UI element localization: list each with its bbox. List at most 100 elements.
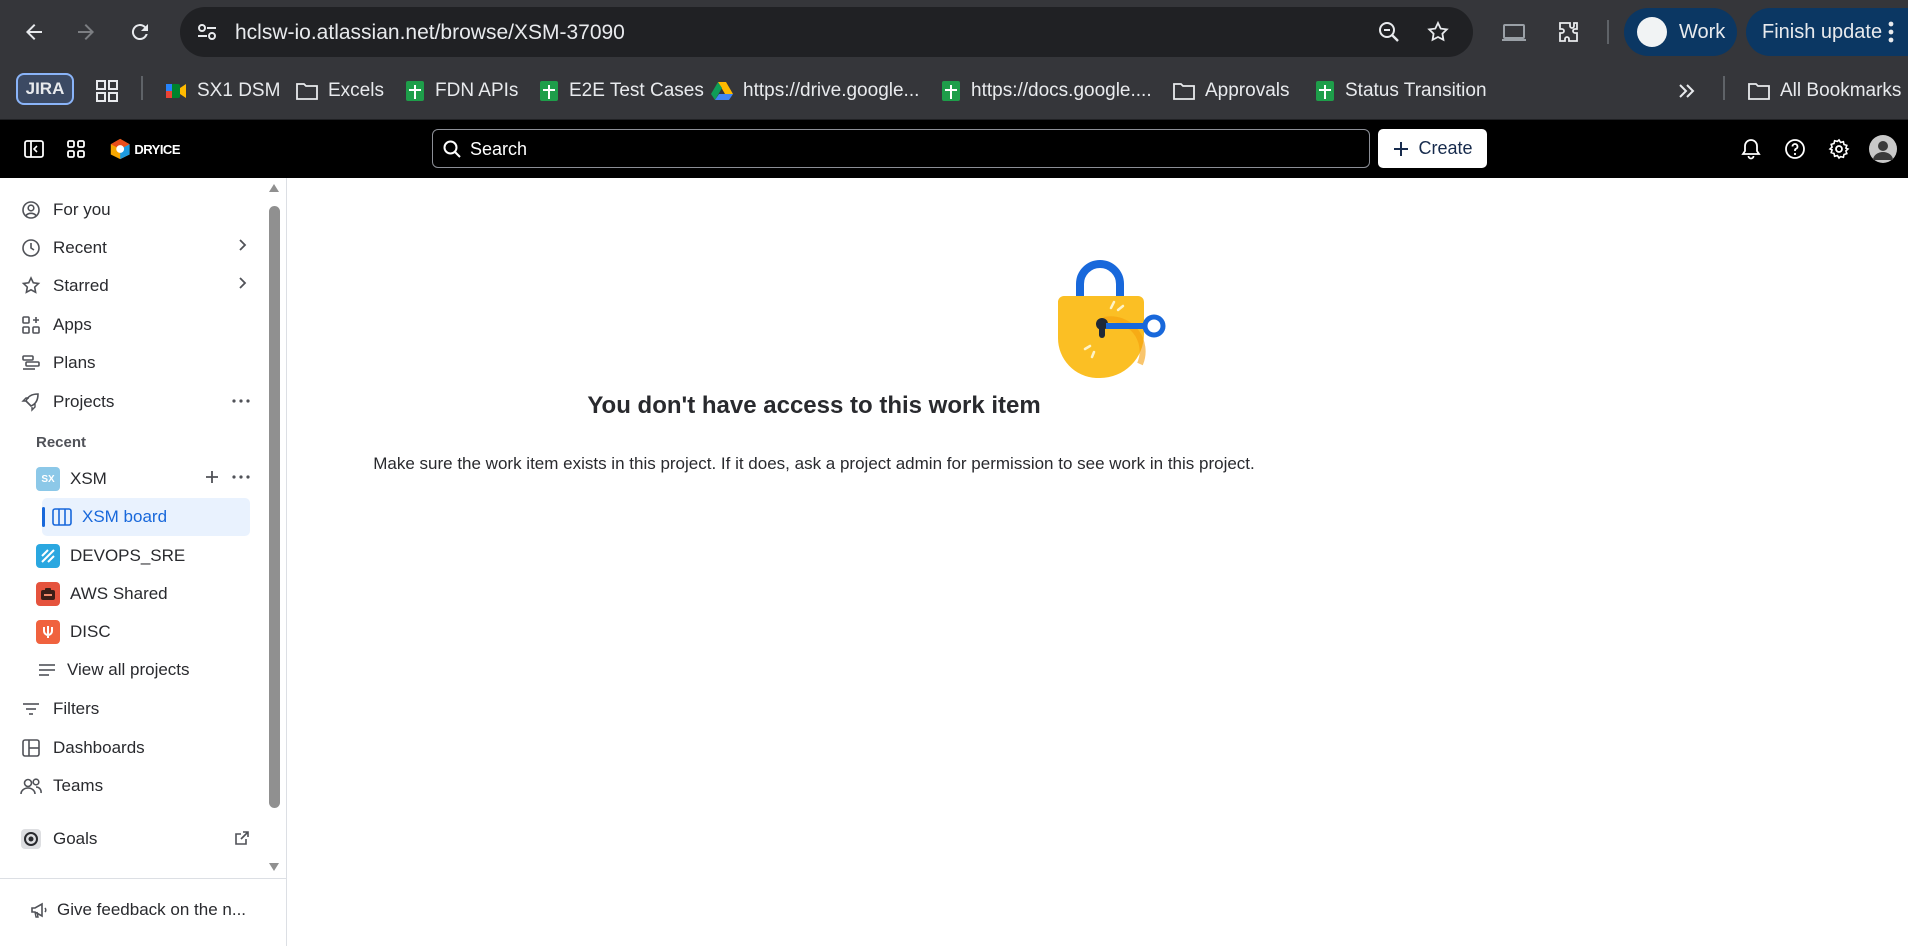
help-icon[interactable] [1780,134,1810,164]
dashboard-icon [20,737,42,759]
devops-project-icon [36,544,60,568]
sidebar-scroll-thumb[interactable] [269,206,280,808]
search-icon [443,140,461,158]
finish-update-button[interactable]: Finish update [1746,8,1908,56]
apps-icon [20,314,42,336]
sidebar-item-plans[interactable]: Plans [20,346,250,380]
scroll-down-arrow-icon[interactable] [268,862,280,872]
bookmark-sx1-dsm[interactable]: SX1 DSM [165,76,280,106]
sidebar-item-recent[interactable]: Recent [20,231,250,265]
search-placeholder: Search [470,139,528,159]
bookmark-star-icon[interactable] [1425,19,1451,45]
star-icon [20,275,42,297]
sidebar-item-teams[interactable]: Teams [20,769,250,803]
cast-icon[interactable] [1496,14,1532,50]
site-logo[interactable]: DRYICE [110,132,180,166]
update-label: Finish update [1762,21,1883,43]
chevron-right-icon[interactable] [234,237,250,253]
bookmark-label: JIRA [25,79,65,98]
extensions-icon[interactable] [1551,14,1587,50]
disc-project-icon [36,620,60,644]
sidebar-item-for-you[interactable]: For you [20,193,250,227]
sidebar-item-dashboards[interactable]: Dashboards [20,731,250,765]
bookmark-drive[interactable]: https://drive.google... [711,76,919,106]
bookmark-label: Excels [328,80,384,101]
sheets-icon [540,81,558,101]
menu-dots-icon[interactable] [1887,20,1895,44]
board-icon [52,508,72,526]
megaphone-icon [31,902,47,918]
app-switcher-icon[interactable] [61,134,91,164]
project-label: View all projects [67,660,190,679]
give-feedback-button[interactable]: Give feedback on the n... [29,900,246,920]
project-disc[interactable]: DISC [36,615,266,649]
bookmark-jira[interactable]: JIRA [16,73,74,105]
plans-icon [20,352,42,374]
chevron-right-icon[interactable] [234,275,250,291]
bookmark-divider [141,76,143,100]
more-options-icon[interactable] [232,475,250,479]
all-bookmarks[interactable]: All Bookmarks [1748,76,1901,106]
bookmark-e2e-test-cases[interactable]: E2E Test Cases [539,76,704,106]
recent-section-heading: Recent [36,434,87,451]
sidebar-item-goals[interactable]: Goals [20,822,250,856]
apps-grid-icon[interactable] [96,76,118,106]
back-button[interactable] [16,14,52,50]
project-label: AWS Shared [70,584,168,603]
bookmark-label: Approvals [1205,80,1290,101]
jira-top-nav: DRYICE Search Create [0,120,1908,178]
bookmark-docs[interactable]: https://docs.google.... [941,76,1152,106]
user-circle-icon [20,199,42,221]
clock-icon [20,237,42,259]
sheets-icon [1316,81,1334,101]
bookmark-status-transition[interactable]: Status Transition [1315,76,1487,106]
logo-text: DRYICE [134,141,180,157]
all-bookmarks-label: All Bookmarks [1780,80,1902,101]
bookmark-divider [1723,76,1725,100]
settings-gear-icon[interactable] [1824,134,1854,164]
access-denied-description: Make sure the work item exists in this p… [373,454,1255,473]
sidebar-item-label: Plans [53,353,96,372]
more-bookmarks-chevron-icon[interactable] [1678,76,1696,106]
project-aws-shared[interactable]: AWS Shared [36,577,266,611]
external-link-icon[interactable] [234,830,250,846]
filter-icon [20,698,42,720]
sidebar-item-label: Apps [53,315,92,334]
address-bar[interactable]: hclsw-io.atlassian.net/browse/XSM-37090 [180,7,1473,57]
bookmark-excels[interactable]: Excels [296,76,384,106]
sidebar-item-xsm-board[interactable]: XSM board [42,498,250,536]
site-settings-icon[interactable] [194,19,220,45]
sidebar-item-label: Starred [53,276,109,295]
project-devops-sre[interactable]: DEVOPS_SRE [36,539,266,573]
bookmark-approvals[interactable]: Approvals [1173,76,1290,106]
create-button[interactable]: Create [1378,129,1487,168]
url-text: hclsw-io.atlassian.net/browse/XSM-37090 [235,21,625,44]
teams-icon [20,775,42,797]
access-denied-title: You don't have access to this work item [587,392,1041,419]
browser-toolbar: hclsw-io.atlassian.net/browse/XSM-37090 … [0,0,1908,64]
bookmark-label: Status Transition [1345,80,1487,101]
profile-button[interactable]: Work [1624,8,1737,56]
sheets-icon [942,81,960,101]
collapse-sidebar-icon[interactable] [19,134,49,164]
sidebar-item-apps[interactable]: Apps [20,308,250,342]
bookmark-fdn-apis[interactable]: FDN APIs [405,76,518,106]
zoom-icon[interactable] [1376,19,1402,45]
scroll-up-arrow-icon[interactable] [268,183,280,193]
dryice-logo-icon [110,138,130,160]
create-label: Create [1418,138,1473,158]
sheets-icon [406,81,424,101]
reload-button[interactable] [122,14,158,50]
sidebar-item-label: Recent [53,238,107,257]
view-all-projects[interactable]: View all projects [36,653,266,687]
search-input[interactable]: Search [432,129,1370,168]
forward-button[interactable] [68,14,104,50]
plus-icon [1394,141,1409,156]
bookmark-label: FDN APIs [435,80,519,101]
sidebar-item-filters[interactable]: Filters [20,692,250,726]
sidebar-item-starred[interactable]: Starred [20,269,250,303]
notifications-bell-icon[interactable] [1736,134,1766,164]
folder-icon [1748,83,1770,100]
user-avatar[interactable] [1868,134,1898,164]
sidebar-item-label: Teams [53,776,104,795]
